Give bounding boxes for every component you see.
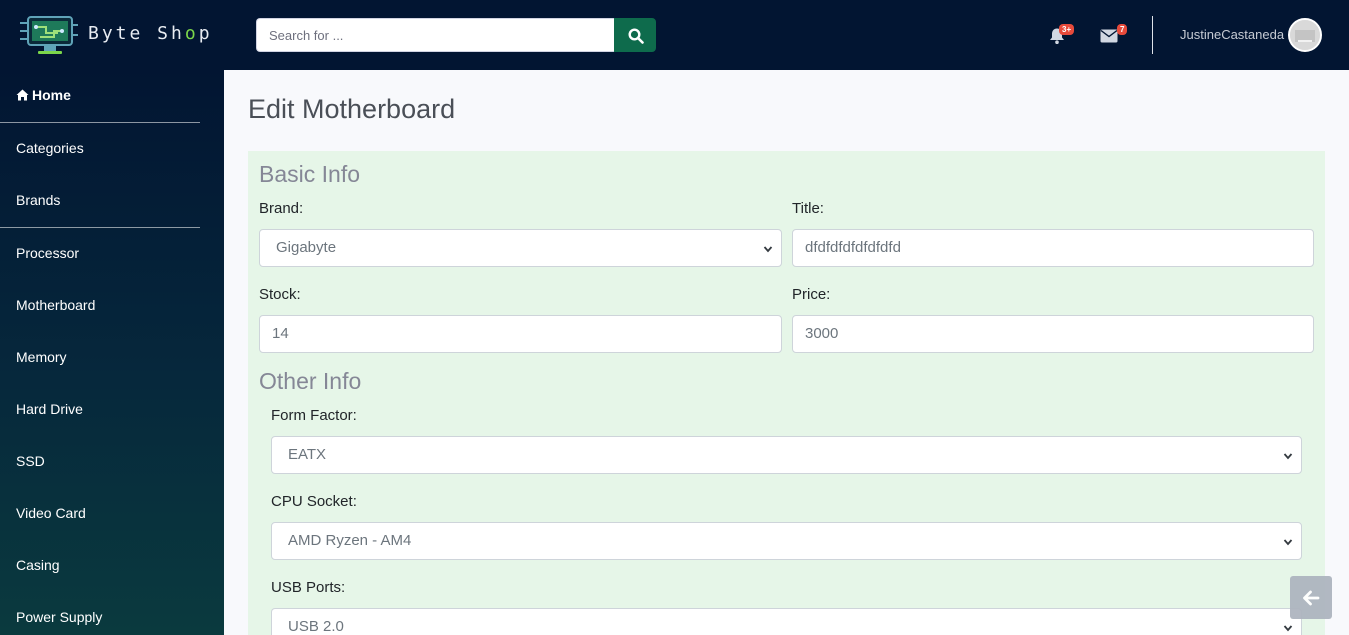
user-name[interactable]: JustineCastaneda (1180, 27, 1284, 42)
other-info-heading: Other Info (259, 368, 362, 394)
usb-ports-select-value: USB 2.0 (288, 618, 344, 635)
form-factor-select[interactable]: EATX (271, 436, 1302, 474)
sidebar-item-categories[interactable]: Categories (16, 140, 84, 156)
search-button[interactable] (614, 18, 656, 52)
chevron-down-icon (1283, 453, 1293, 460)
sidebar-item-processor[interactable]: Processor (16, 245, 79, 261)
basic-info-heading: Basic Info (259, 161, 360, 187)
sidebar-item-power-supply[interactable]: Power Supply (16, 609, 102, 625)
sidebar-item-casing[interactable]: Casing (16, 557, 60, 573)
messages-dropdown[interactable]: 7 (1100, 24, 1128, 47)
chevron-down-icon (763, 246, 773, 253)
sidebar-item-label: Home (32, 87, 71, 103)
avatar[interactable] (1288, 18, 1322, 52)
brand-select[interactable]: Gigabyte (259, 229, 782, 267)
edit-form-card: Basic Info Brand: Gigabyte Title: dfdfdf… (248, 151, 1325, 635)
search-input[interactable] (256, 18, 615, 52)
cpu-socket-select[interactable]: AMD Ryzen - AM4 (271, 522, 1302, 560)
envelope-icon (1100, 29, 1118, 43)
sidebar-divider (0, 227, 200, 228)
form-factor-label: Form Factor: (271, 407, 357, 424)
monitor-circuit-icon (20, 16, 78, 54)
usb-ports-label: USB Ports: (271, 579, 346, 596)
topbar: Byte Shop 3+ 7 JustineCastaneda (0, 0, 1349, 70)
sidebar-item-ssd[interactable]: SSD (16, 453, 45, 469)
sidebar-item-hard-drive[interactable]: Hard Drive (16, 401, 83, 417)
search-form (256, 18, 656, 52)
price-input[interactable]: 3000 (792, 315, 1314, 353)
arrow-left-icon (1303, 590, 1320, 606)
title-label: Title: (792, 200, 824, 217)
sidebar-item-motherboard[interactable]: Motherboard (16, 297, 95, 313)
sidebar-divider (0, 122, 200, 123)
price-label: Price: (792, 286, 831, 303)
cpu-socket-label: CPU Socket: (271, 493, 357, 510)
brand-select-value: Gigabyte (276, 239, 337, 256)
sidebar-item-home[interactable]: Home (16, 87, 71, 103)
user-avatar-icon (1290, 20, 1320, 50)
chevron-down-icon (1283, 625, 1293, 632)
alerts-dropdown[interactable]: 3+ (1048, 24, 1075, 47)
home-icon (16, 89, 29, 101)
usb-ports-select[interactable]: USB 2.0 (271, 608, 1302, 635)
stock-label: Stock: (259, 286, 301, 303)
messages-count-badge: 7 (1117, 24, 1128, 35)
alerts-count-badge: 3+ (1059, 24, 1075, 35)
title-input[interactable]: dfdfdfdfdfdfdfd (792, 229, 1314, 267)
topbar-divider (1152, 16, 1153, 54)
sidebar: Home Categories Brands Processor Motherb… (0, 70, 224, 635)
brand-name: Byte Shop (88, 23, 213, 44)
form-factor-select-value: EATX (288, 446, 327, 463)
brand-label: Brand: (259, 200, 304, 217)
page-title: Edit Motherboard (248, 94, 456, 124)
brand-logo[interactable]: Byte Shop (18, 13, 218, 57)
cpu-socket-select-value: AMD Ryzen - AM4 (288, 532, 412, 549)
chevron-down-icon (1283, 539, 1293, 546)
search-icon (628, 28, 644, 44)
stock-input[interactable]: 14 (259, 315, 782, 353)
back-button[interactable] (1290, 576, 1332, 619)
sidebar-item-brands[interactable]: Brands (16, 192, 60, 208)
sidebar-item-memory[interactable]: Memory (16, 349, 67, 365)
sidebar-item-video-card[interactable]: Video Card (16, 505, 86, 521)
